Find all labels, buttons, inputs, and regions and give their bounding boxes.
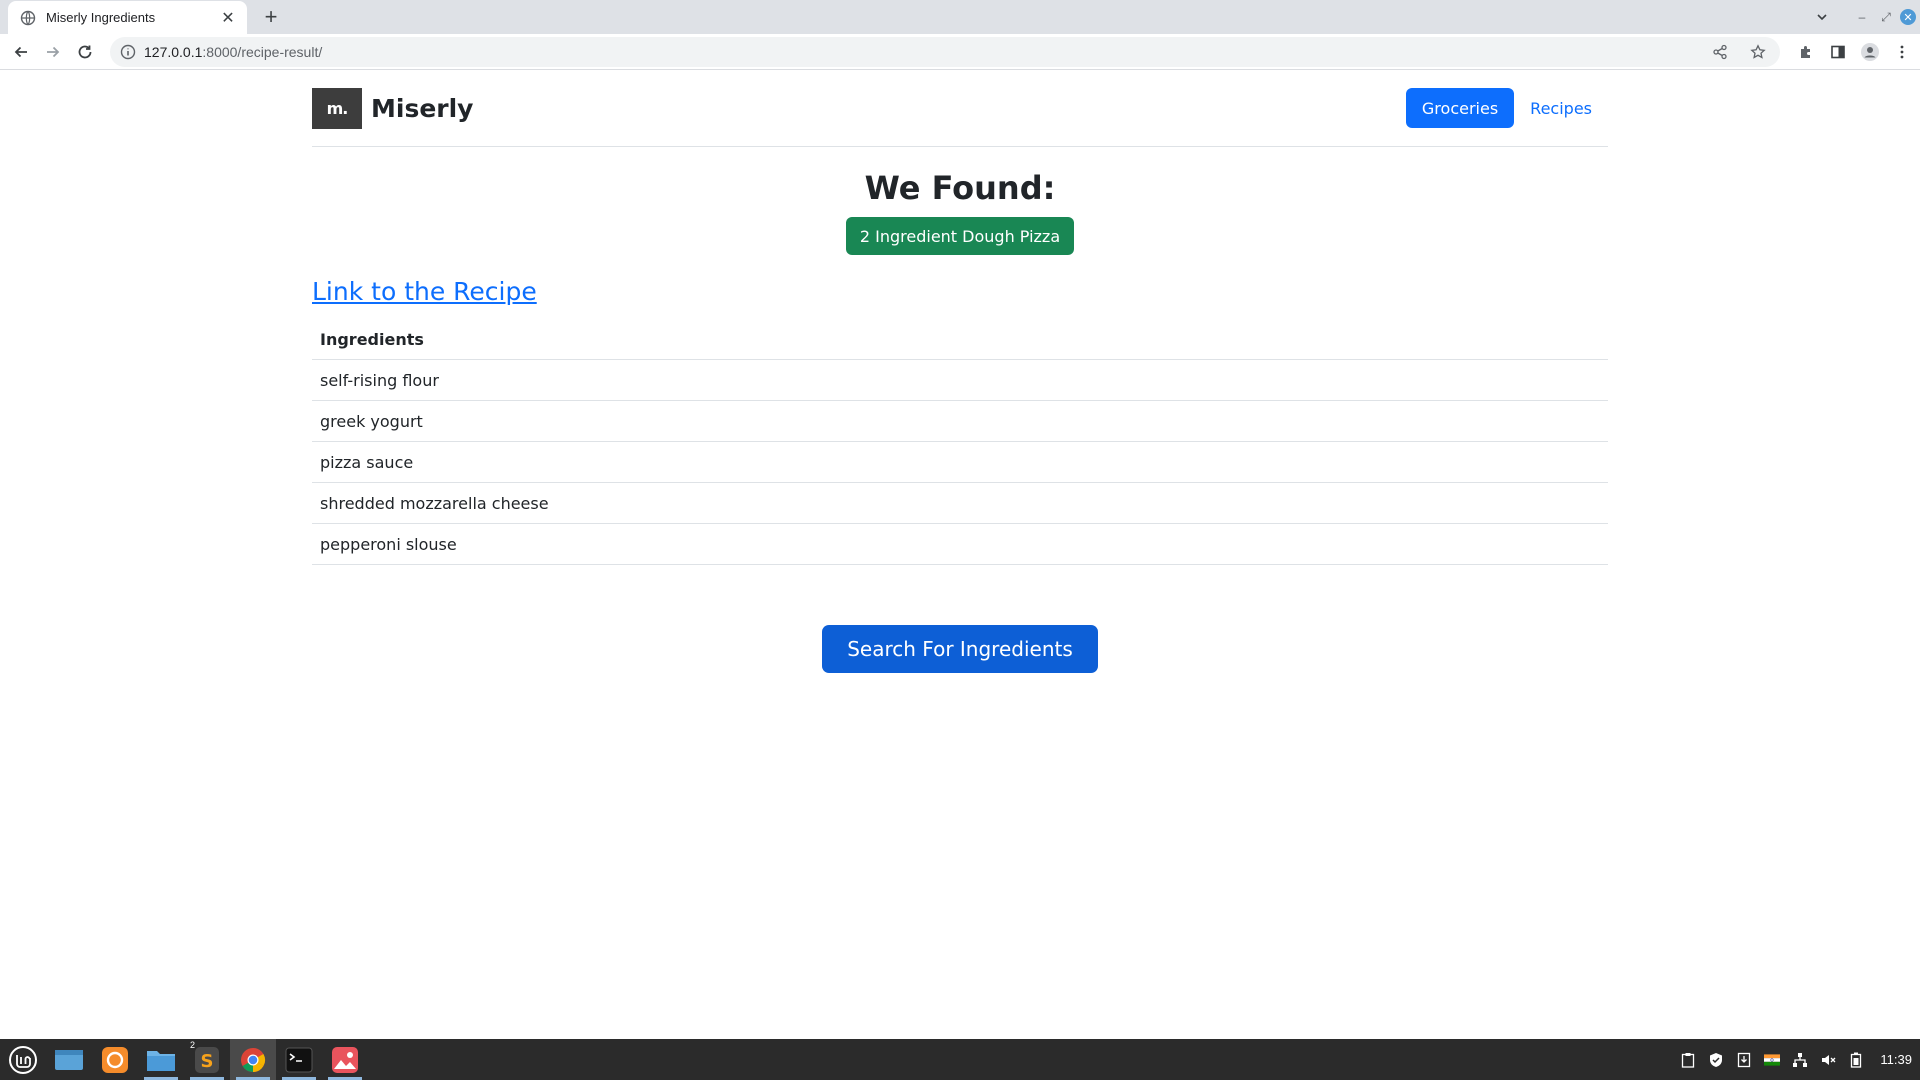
forward-icon[interactable] bbox=[37, 36, 69, 68]
web-page: m. Miserly Groceries Recipes We Found: 2… bbox=[0, 71, 1920, 1039]
table-row: self-rising flour bbox=[312, 360, 1608, 401]
tab-close-icon[interactable]: ✕ bbox=[219, 9, 237, 27]
reload-icon[interactable] bbox=[69, 36, 101, 68]
svg-text:S: S bbox=[201, 1051, 214, 1072]
minimize-icon[interactable]: – bbox=[1850, 5, 1874, 29]
file-manager-icon[interactable] bbox=[138, 1039, 184, 1080]
table-row: greek yogurt bbox=[312, 401, 1608, 442]
maximize-icon[interactable]: ⤢ bbox=[1874, 5, 1898, 29]
browser-toolbar: 127.0.0.1:8000/recipe-result/ bbox=[0, 34, 1920, 70]
tab-search-chevron-icon[interactable] bbox=[1810, 5, 1834, 29]
update-manager-icon[interactable] bbox=[1736, 1052, 1752, 1068]
profile-avatar-icon[interactable] bbox=[1858, 40, 1882, 64]
firefox-icon[interactable] bbox=[92, 1039, 138, 1080]
new-tab-icon[interactable]: + bbox=[258, 4, 284, 30]
extensions-icon[interactable] bbox=[1794, 40, 1818, 64]
table-row: shredded mozzarella cheese bbox=[312, 483, 1608, 524]
address-bar[interactable]: 127.0.0.1:8000/recipe-result/ bbox=[110, 37, 1780, 67]
bookmark-star-icon[interactable] bbox=[1746, 40, 1770, 64]
tab-title: Miserly Ingredients bbox=[46, 10, 156, 25]
result-section: We Found: 2 Ingredient Dough Pizza Link … bbox=[312, 71, 1608, 771]
back-icon[interactable] bbox=[5, 36, 37, 68]
shield-icon[interactable] bbox=[1708, 1052, 1724, 1068]
browser-tab[interactable]: Miserly Ingredients ✕ bbox=[8, 1, 247, 34]
side-panel-icon[interactable] bbox=[1826, 40, 1850, 64]
system-tray: 11:39 bbox=[1680, 1039, 1912, 1080]
network-icon[interactable] bbox=[1792, 1052, 1808, 1068]
terminal-icon[interactable] bbox=[276, 1039, 322, 1080]
table-header: Ingredients bbox=[312, 319, 1608, 360]
window-close-icon[interactable]: ✕ bbox=[1900, 9, 1916, 25]
recipe-name-badge: 2 Ingredient Dough Pizza bbox=[845, 217, 1075, 255]
sublime-text-icon[interactable]: 2 S bbox=[184, 1039, 230, 1080]
clipboard-icon[interactable] bbox=[1680, 1052, 1696, 1068]
volume-muted-icon[interactable] bbox=[1820, 1052, 1836, 1068]
browser-menu-icon[interactable] bbox=[1890, 40, 1914, 64]
recipe-link[interactable]: Link to the Recipe bbox=[312, 277, 537, 306]
show-desktop-icon[interactable] bbox=[46, 1039, 92, 1080]
search-ingredients-button[interactable]: Search For Ingredients bbox=[822, 625, 1098, 673]
share-icon[interactable] bbox=[1708, 40, 1732, 64]
table-row: pizza sauce bbox=[312, 442, 1608, 483]
battery-icon[interactable] bbox=[1848, 1052, 1864, 1068]
page-title: We Found: bbox=[864, 169, 1056, 207]
browser-tab-bar: Miserly Ingredients ✕ + – ⤢ ✕ bbox=[0, 0, 1920, 34]
chrome-icon[interactable] bbox=[230, 1039, 276, 1080]
mint-menu-icon[interactable] bbox=[0, 1039, 46, 1080]
globe-icon bbox=[20, 10, 36, 25]
ingredients-table: Ingredients self-rising flour greek yogu… bbox=[312, 319, 1608, 565]
site-info-icon[interactable] bbox=[120, 44, 136, 60]
image-viewer-icon[interactable] bbox=[322, 1039, 368, 1080]
table-row: pepperoni slouse bbox=[312, 524, 1608, 565]
keyboard-layout-flag-icon[interactable] bbox=[1764, 1052, 1781, 1068]
clock[interactable]: 11:39 bbox=[1880, 1052, 1912, 1067]
os-taskbar: 2 S 11:39 bbox=[0, 1039, 1920, 1080]
url-text: 127.0.0.1:8000/recipe-result/ bbox=[144, 44, 323, 60]
